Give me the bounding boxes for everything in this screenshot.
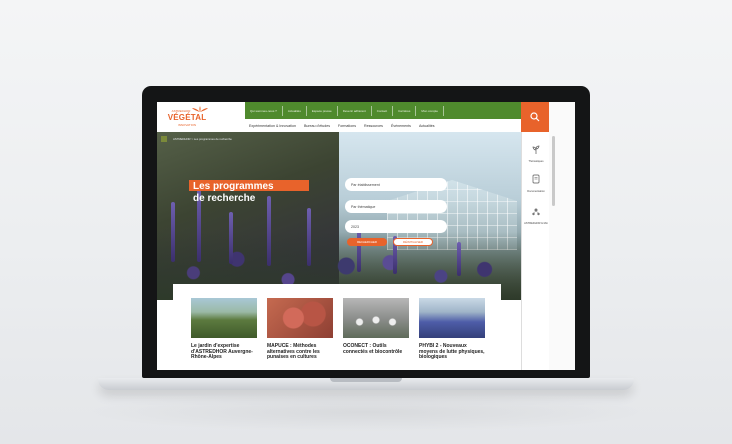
utility-link[interactable]: Contact [372,105,394,116]
sidebar-item-astredhor-moi[interactable]: ASTREDHOR & Moi [522,204,550,225]
search-button[interactable] [521,102,549,132]
utility-link[interactable]: Carrières [393,105,417,116]
sidebar-item-thematiques[interactable]: Thématiques [522,142,550,163]
sidebar-item-label: Thématiques [528,160,544,163]
utility-bar: Qui sommes-nous ? Actualités Espace pres… [245,102,521,119]
card-title[interactable]: PHYBI 2 - Nouveaux moyens de lutte physi… [419,343,485,361]
reset-button[interactable]: RÉINITIALISER [393,238,433,246]
quick-access-sidebar: Thématiques Documentation ASTREDHOR & Mo… [521,132,549,370]
plant-spike [357,228,361,272]
scrollbar-thumb[interactable] [552,136,555,206]
breadcrumb: ASTREDHOR > Les programmes de recherche [161,136,232,142]
laptop-notch [330,378,402,382]
program-card[interactable]: Le jardin d'expertise d'ASTREDHOR Auverg… [191,298,257,361]
sidebar-item-label: Documentation [527,190,545,193]
main-navigation: Expérimentation & Innovation Bureau d'ét… [245,119,521,132]
card-title[interactable]: Le jardin d'expertise d'ASTREDHOR Auverg… [191,343,257,361]
nav-item[interactable]: Événements [387,124,415,128]
plant-spike [307,208,311,266]
laptop-screen: ASTREDHOR VÉGÉTAL INNOVATION Qui sommes-… [157,102,575,370]
utility-link[interactable]: Qui sommes-nous ? [245,105,283,116]
nav-item[interactable]: Formations [334,124,360,128]
filter-year[interactable]: 2023 [345,220,447,233]
card-image [267,298,333,338]
nav-item[interactable]: Ressources [360,124,387,128]
nav-item[interactable]: Actualités [415,124,439,128]
sprout-icon [532,145,540,154]
card-title[interactable]: MAPUCE : Méthodes alternatives contre le… [267,343,333,361]
nav-item[interactable]: Expérimentation & Innovation [245,124,300,128]
search-icon [530,112,540,122]
scrollbar-track[interactable] [549,102,575,370]
page-title-line1: Les programmes [193,181,274,192]
utility-link[interactable]: Mon compte [416,105,444,116]
filter-thematique[interactable]: Par thématique [345,200,447,213]
plant-spike [229,212,233,264]
card-title[interactable]: OCONECT : Outils connectés et biocontrôl… [343,343,409,355]
home-icon[interactable] [161,136,167,142]
utility-link[interactable]: Devenir adhérent [338,105,372,116]
card-image [419,298,485,338]
sidebar-item-documentation[interactable]: Documentation [522,172,550,193]
sidebar-item-label: ASTREDHOR & Moi [524,222,548,225]
filter-etablissement[interactable]: Par établissement [345,178,447,191]
breadcrumb-text[interactable]: ASTREDHOR > Les programmes de recherche [173,137,232,141]
search-submit-button[interactable]: RECHERCHER [347,238,387,246]
program-card[interactable]: MAPUCE : Méthodes alternatives contre le… [267,298,333,361]
program-card[interactable]: OCONECT : Outils connectés et biocontrôl… [343,298,409,355]
utility-link[interactable]: Actualités [283,105,307,116]
site-logo[interactable]: ASTREDHOR VÉGÉTAL INNOVATION [157,102,245,132]
network-icon [532,208,540,216]
floor-shadow [80,392,652,432]
plant-spike [171,202,175,262]
card-image [191,298,257,338]
logo-sub-text: INNOVATION [177,123,197,127]
hero-banner: ASTREDHOR > Les programmes de recherche … [157,132,521,300]
document-icon [532,174,540,184]
card-image [343,298,409,338]
utility-link[interactable]: Espace presse [307,105,338,116]
plant-spike [457,242,461,276]
plant-spike [267,196,271,266]
page-title-line2: de recherche [193,193,256,204]
nav-item[interactable]: Bureau d'études [300,124,334,128]
logo-main-text: VÉGÉTAL [167,113,207,122]
program-card[interactable]: PHYBI 2 - Nouveaux moyens de lutte physi… [419,298,485,361]
